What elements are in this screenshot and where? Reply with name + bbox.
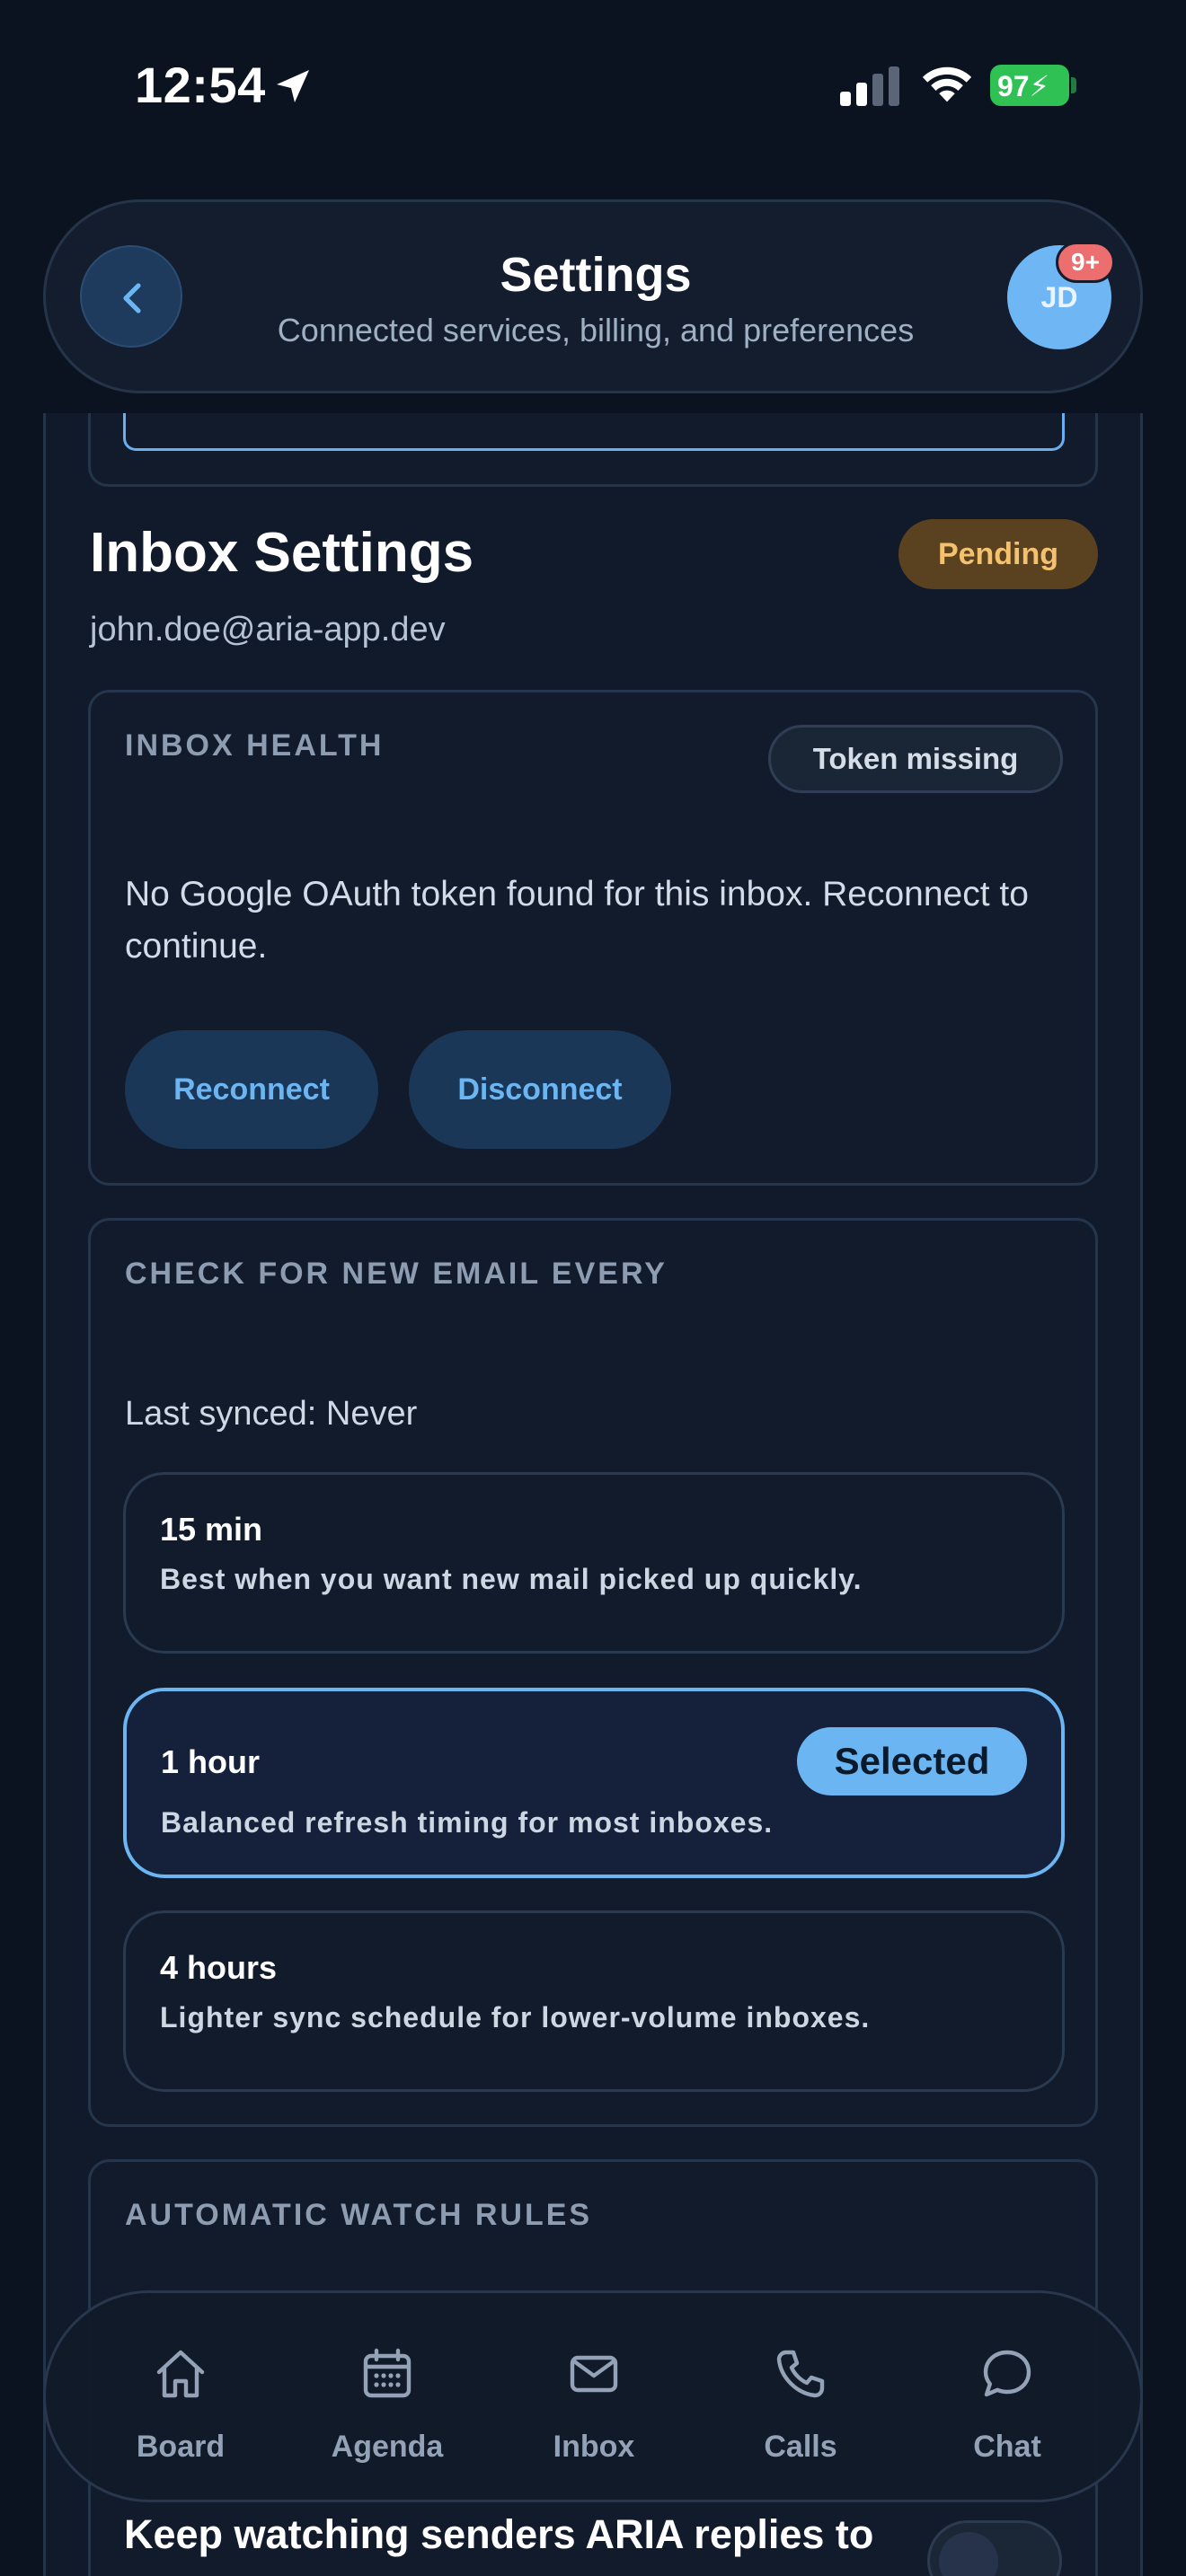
status-bar: 12:54 97⚡ — [0, 0, 1186, 180]
inbox-email: john.doe@aria-app.dev — [90, 611, 446, 648]
nav-item-chat[interactable]: Chat — [917, 2293, 1097, 2505]
nav-label: Agenda — [331, 2430, 444, 2464]
selected-badge: Selected — [797, 1727, 1027, 1795]
pending-status-badge: Pending — [898, 519, 1098, 589]
toggle-knob — [939, 2532, 998, 2576]
reconnect-button[interactable]: Reconnect — [125, 1030, 378, 1149]
status-time: 12:54 — [135, 57, 266, 113]
home-icon — [156, 2350, 205, 2398]
phone-icon — [776, 2350, 825, 2398]
watch-rules-label: AUTOMATIC WATCH RULES — [125, 2198, 593, 2232]
sync-option-4-hours[interactable]: 4 hours Lighter sync schedule for lower-… — [123, 1910, 1065, 2092]
sync-frequency-card: CHECK FOR NEW EMAIL EVERY Last synced: N… — [88, 1218, 1098, 2127]
keep-watching-toggle[interactable] — [927, 2520, 1062, 2576]
keep-watching-label: Keep watching senders ARIA replies to — [124, 2511, 874, 2557]
avatar-initials: JD — [1040, 281, 1078, 313]
nav-label: Board — [136, 2430, 226, 2464]
chat-bubble-icon — [983, 2350, 1031, 2397]
nav-item-agenda[interactable]: Agenda — [297, 2293, 477, 2505]
battery-level: 97⚡ — [997, 70, 1050, 102]
bottom-nav: Board Agenda Inbox Calls Chat — [43, 2290, 1143, 2502]
option-title: 4 hours — [160, 1949, 278, 1986]
option-title: 15 min — [160, 1511, 263, 1548]
inbox-health-label: INBOX HEALTH — [125, 728, 385, 763]
notification-badge: 9+ — [1056, 242, 1115, 283]
sync-option-15-min[interactable]: 15 min Best when you want new mail picke… — [123, 1472, 1065, 1654]
cellular-signal-icon — [840, 66, 899, 106]
nav-item-calls[interactable]: Calls — [711, 2293, 890, 2505]
mail-icon — [570, 2355, 618, 2393]
wifi-icon — [922, 66, 972, 102]
sync-frequency-label: CHECK FOR NEW EMAIL EVERY — [125, 1257, 668, 1291]
inbox-health-card: INBOX HEALTH Token missing No Google OAu… — [88, 690, 1098, 1186]
page-subtitle: Connected services, billing, and prefere… — [277, 312, 915, 348]
sync-option-1-hour[interactable]: 1 hour Selected Balanced refresh timing … — [123, 1688, 1065, 1878]
nav-item-board[interactable]: Board — [91, 2293, 270, 2505]
nav-label: Inbox — [553, 2430, 635, 2464]
option-title: 1 hour — [161, 1743, 261, 1780]
nav-label: Calls — [764, 2430, 837, 2464]
option-description: Best when you want new mail picked up qu… — [160, 1563, 863, 1595]
inbox-settings-title: Inbox Settings — [90, 522, 474, 584]
battery-icon: 97⚡ — [990, 65, 1078, 106]
calendar-icon — [363, 2348, 412, 2398]
last-synced-text: Last synced: Never — [125, 1395, 418, 1433]
settings-screen: 12:54 97⚡ Inbox Settings Pending john.do… — [0, 0, 1186, 2576]
disconnect-button[interactable]: Disconnect — [409, 1030, 671, 1149]
inbox-health-message: No Google OAuth token found for this inb… — [125, 875, 1029, 966]
header-bar: Settings Connected services, billing, an… — [43, 199, 1143, 393]
nav-item-inbox[interactable]: Inbox — [504, 2293, 684, 2505]
nav-label: Chat — [973, 2430, 1041, 2464]
option-description: Lighter sync schedule for lower-volume i… — [160, 2001, 871, 2033]
location-arrow-icon — [277, 70, 309, 102]
page-title: Settings — [500, 248, 692, 302]
option-description: Balanced refresh timing for most inboxes… — [161, 1806, 774, 1839]
token-missing-badge: Token missing — [768, 725, 1063, 793]
